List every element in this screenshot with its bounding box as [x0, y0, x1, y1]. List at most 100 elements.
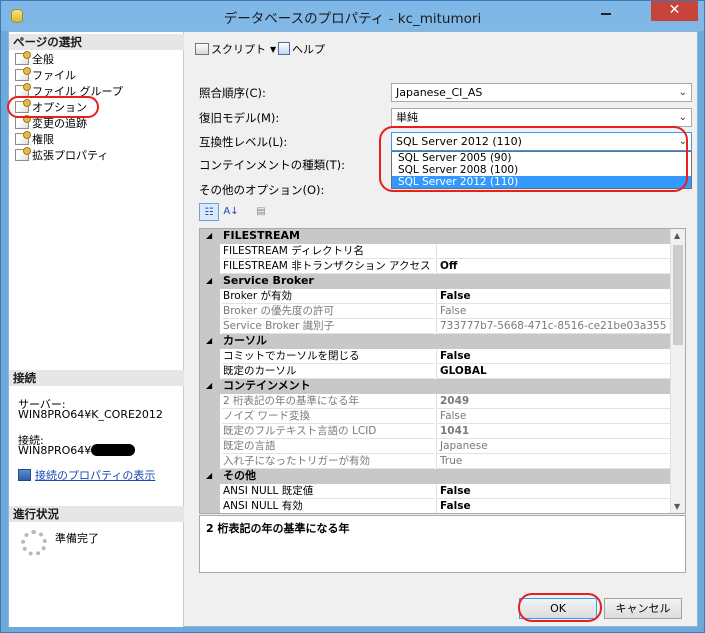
page-icon: [15, 131, 31, 145]
category-name: FILESTREAM: [223, 229, 300, 242]
grid-category[interactable]: ◢ Service Broker: [200, 274, 671, 289]
collapse-icon[interactable]: ◢: [206, 274, 212, 288]
collation-value: Japanese_CI_AS: [396, 86, 483, 99]
script-button[interactable]: スクリプト ▼: [195, 41, 276, 57]
property-value[interactable]: 733777b7-5668-471c-8516-ce21be03a355: [436, 319, 671, 334]
page-item[interactable]: 権限: [15, 131, 54, 148]
property-value[interactable]: False: [436, 304, 671, 319]
collapse-icon[interactable]: ◢: [206, 334, 212, 348]
property-name: FILESTREAM 非トランザクション アクセス: [222, 259, 434, 274]
property-name: 既定の言語: [222, 439, 434, 454]
collation-combo[interactable]: Japanese_CI_AS ⌄: [391, 83, 692, 102]
row-gutter: [200, 319, 220, 334]
property-pages-icon[interactable]: ▤: [251, 203, 271, 221]
grid-property-row[interactable]: 既定のカーソル GLOBAL: [200, 364, 671, 379]
row-gutter: [200, 499, 220, 513]
page-item-label: ファイル: [32, 69, 76, 82]
connection-properties-link-row[interactable]: 接続のプロパティの表示: [18, 467, 155, 483]
page-item[interactable]: 全般: [15, 51, 54, 68]
script-icon: [195, 43, 209, 55]
grid-property-row[interactable]: ANSI NULL 既定値 False: [200, 484, 671, 499]
row-gutter: [200, 289, 220, 304]
categorized-icon[interactable]: ☷: [199, 203, 219, 221]
property-name: Broker が有効: [222, 289, 434, 304]
page-item-label: 権限: [32, 133, 54, 146]
cancel-button[interactable]: キャンセル: [604, 598, 682, 619]
row-gutter: [200, 454, 220, 469]
grid-property-row[interactable]: 2 桁表記の年の基準になる年 2049: [200, 394, 671, 409]
row-gutter: [200, 364, 220, 379]
grid-category[interactable]: ◢ コンテインメント: [200, 379, 671, 394]
grid-scrollbar[interactable]: ▲ ▼: [670, 229, 685, 513]
property-value[interactable]: 2049: [436, 394, 671, 409]
property-name: Broker の優先度の許可: [222, 304, 434, 319]
property-value[interactable]: False: [436, 499, 671, 513]
page-item-label: 拡張プロパティ: [32, 149, 109, 162]
property-value[interactable]: False: [436, 289, 671, 304]
property-name: 2 桁表記の年の基準になる年: [222, 394, 434, 409]
redacted-block: [91, 444, 136, 456]
property-value[interactable]: 1041: [436, 424, 671, 439]
chevron-down-icon: ⌄: [678, 87, 687, 98]
connection-properties-link[interactable]: 接続のプロパティの表示: [35, 469, 155, 482]
select-page-header: ページの選択: [9, 34, 184, 50]
grid-property-row[interactable]: 入れ子になったトリガーが有効 True: [200, 454, 671, 469]
property-value[interactable]: Japanese: [436, 439, 671, 454]
row-gutter: [200, 304, 220, 319]
property-value[interactable]: True: [436, 454, 671, 469]
grid-property-row[interactable]: ANSI NULL 有効 False: [200, 499, 671, 513]
property-name: ノイズ ワード変換: [222, 409, 434, 424]
property-value[interactable]: [436, 244, 671, 259]
containment-label: コンテインメントの種類(T):: [199, 158, 346, 172]
recovery-combo[interactable]: 単純 ⌄: [391, 108, 692, 127]
left-pane: ページの選択 全般 ファイル ファイル グループ オプション 変更の追跡 権限 拡張プロパテ…: [9, 32, 184, 627]
page-item[interactable]: ファイル: [15, 67, 76, 84]
compat-label: 互換性レベル(L):: [199, 135, 288, 149]
scroll-down-icon[interactable]: ▼: [674, 502, 680, 511]
help-button[interactable]: ヘルプ: [278, 41, 325, 57]
property-grid: ◢ FILESTREAM FILESTREAM ディレクトリ名 FILESTREAM …: [199, 228, 686, 514]
grid-property-row[interactable]: FILESTREAM 非トランザクション アクセス Off: [200, 259, 671, 274]
grid-property-row[interactable]: Service Broker 識別子 733777b7-5668-471c-851…: [200, 319, 671, 334]
grid-category[interactable]: ◢ FILESTREAM: [200, 229, 671, 244]
connection-value: WIN8PRO64¥: [18, 444, 92, 457]
scroll-up-icon[interactable]: ▲: [674, 231, 680, 240]
property-value[interactable]: False: [436, 349, 671, 364]
minimize-button[interactable]: [591, 1, 621, 21]
grid-property-row[interactable]: 既定のフルテキスト言語の LCID 1041: [200, 424, 671, 439]
collapse-icon[interactable]: ◢: [206, 229, 212, 243]
collation-label: 照合順序(C):: [199, 86, 266, 100]
grid-property-row[interactable]: 既定の言語 Japanese: [200, 439, 671, 454]
sort-alpha-icon[interactable]: A↓: [221, 203, 241, 221]
connection-value-row: WIN8PRO64¥: [18, 444, 136, 457]
page-item[interactable]: 拡張プロパティ: [15, 147, 109, 164]
category-name: Service Broker: [223, 274, 314, 287]
dialog-client: ページの選択 全般 ファイル ファイル グループ オプション 変更の追跡 権限 拡張プロパテ…: [7, 31, 698, 627]
scroll-thumb[interactable]: [673, 245, 683, 345]
page-item-label: 全般: [32, 53, 54, 66]
collapse-icon[interactable]: ◢: [206, 379, 212, 393]
close-button[interactable]: ✕: [651, 1, 698, 21]
script-dropdown-icon[interactable]: ▼: [270, 45, 276, 54]
row-gutter: [200, 244, 220, 259]
property-value[interactable]: False: [436, 484, 671, 499]
property-value[interactable]: False: [436, 409, 671, 424]
grid-category[interactable]: ◢ カーソル: [200, 334, 671, 349]
grid-category[interactable]: ◢ その他: [200, 469, 671, 484]
page-icon: [15, 67, 31, 81]
row-gutter: [200, 424, 220, 439]
grid-property-row[interactable]: FILESTREAM ディレクトリ名: [200, 244, 671, 259]
property-name: コミットでカーソルを閉じる: [222, 349, 434, 364]
property-name: FILESTREAM ディレクトリ名: [222, 244, 434, 259]
grid-property-row[interactable]: コミットでカーソルを閉じる False: [200, 349, 671, 364]
collapse-icon[interactable]: ◢: [206, 469, 212, 483]
help-icon: [278, 42, 290, 55]
grid-property-row[interactable]: Broker が有効 False: [200, 289, 671, 304]
property-value[interactable]: GLOBAL: [436, 364, 671, 379]
grid-property-row[interactable]: ノイズ ワード変換 False: [200, 409, 671, 424]
page-item[interactable]: 変更の追跡: [15, 115, 87, 132]
grid-property-row[interactable]: Broker の優先度の許可 False: [200, 304, 671, 319]
title-bar[interactable]: データベースのプロパティ - kc_mitumori ✕: [1, 1, 704, 31]
row-gutter: [200, 394, 220, 409]
property-value[interactable]: Off: [436, 259, 671, 274]
